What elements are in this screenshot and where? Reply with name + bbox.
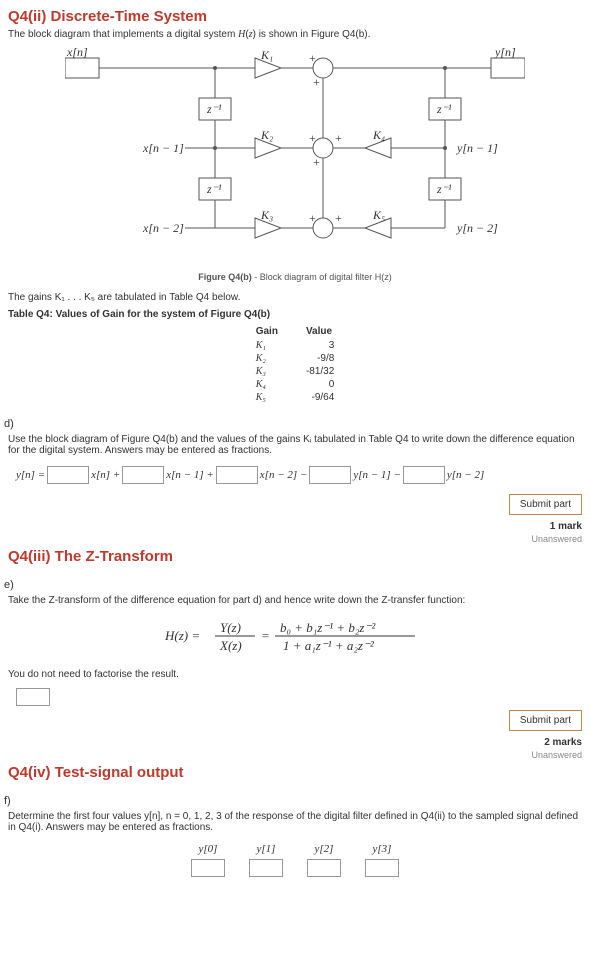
svg-text:x[n − 2]: x[n − 2]: [142, 221, 184, 235]
gains-intro: The gains K₁ . . . K₅ are tabulated in T…: [8, 292, 582, 303]
part-d-question: Use the block diagram of Figure Q4(b) an…: [8, 434, 582, 456]
svg-text:+: +: [313, 75, 320, 89]
term-yn2: y[n − 2]: [447, 469, 484, 481]
y3-input[interactable]: [365, 859, 399, 877]
block-diagram-svg: x[n] y[n] K₁ + + z⁻¹ z⁻¹ x[n − 1]: [65, 48, 525, 268]
coeff-xn1-input[interactable]: [122, 466, 164, 484]
svg-text:z⁻¹: z⁻¹: [436, 102, 452, 116]
svg-text:x[n − 1]: x[n − 1]: [142, 141, 184, 155]
svg-text:K₁: K₁: [260, 48, 273, 62]
gain-k5-label: K₅: [242, 391, 292, 404]
coeff-yn2-input[interactable]: [403, 466, 445, 484]
svg-text:K₅: K₅: [372, 208, 385, 222]
part-d-label: d): [4, 418, 582, 430]
difference-equation-row: y[n] = x[n] + x[n − 1] + x[n − 2] − y[n …: [16, 466, 582, 484]
transfer-function-formula: H(z) = Y(z) X(z) = b₀ + b₁z⁻¹ + b₂z⁻² 1 …: [8, 616, 582, 659]
y0-label: y[0]: [199, 843, 218, 855]
coeff-yn1-input[interactable]: [309, 466, 351, 484]
part-e-label: e): [4, 579, 582, 591]
part-d-marks: 1 mark: [8, 521, 582, 532]
svg-text:y[n]: y[n]: [494, 48, 516, 59]
y3-label: y[3]: [373, 843, 392, 855]
svg-text:z⁻¹: z⁻¹: [206, 102, 222, 116]
svg-text:K₂: K₂: [260, 128, 273, 142]
gain-k1-value: 3: [292, 339, 348, 352]
q4iii-heading: Q4(iii) The Z-Transform: [8, 548, 582, 565]
svg-text:H(z) =: H(z) =: [165, 628, 200, 643]
part-e-answer-input[interactable]: [16, 688, 50, 706]
part-e-marks: 2 marks: [8, 737, 582, 748]
svg-text:X(z): X(z): [219, 638, 242, 653]
submit-part-e-button[interactable]: Submit part: [509, 710, 582, 731]
svg-text:+: +: [335, 131, 342, 145]
term-xn1: x[n − 1] +: [166, 469, 214, 481]
submit-part-d-button[interactable]: Submit part: [509, 494, 582, 515]
svg-text:Y(z): Y(z): [220, 620, 241, 635]
svg-text:K₃: K₃: [260, 208, 273, 222]
svg-text:x[n]: x[n]: [66, 48, 88, 59]
term-xn: x[n] +: [91, 469, 120, 481]
term-yn1: y[n − 1] −: [353, 469, 401, 481]
svg-text:K₄: K₄: [372, 128, 385, 142]
gain-k3-value: -81/32: [292, 365, 348, 378]
svg-text:=: =: [261, 628, 270, 643]
term-xn2: x[n − 2] −: [260, 469, 308, 481]
q4iv-heading: Q4(iv) Test-signal output: [8, 764, 582, 781]
table-header-gain: Gain: [242, 324, 292, 339]
gain-k1-label: K₁: [242, 339, 292, 352]
svg-text:b₀ + b₁z⁻¹ + b₂z⁻²: b₀ + b₁z⁻¹ + b₂z⁻²: [280, 620, 376, 635]
gain-k2-label: K₂: [242, 352, 292, 365]
table-q4-caption: Table Q4: Values of Gain for the system …: [8, 309, 582, 320]
coeff-xn-input[interactable]: [47, 466, 89, 484]
svg-text:z⁻¹: z⁻¹: [436, 182, 452, 196]
gain-k3-label: K₃: [242, 365, 292, 378]
part-e-status: Unanswered: [8, 750, 582, 760]
term-yn: y[n] =: [16, 469, 45, 481]
coeff-xn2-input[interactable]: [216, 466, 258, 484]
gain-table: Gain Value K₁3 K₂-9/8 K₃-81/32 K₄0 K₅-9/…: [242, 324, 349, 404]
q4ii-intro: The block diagram that implements a digi…: [8, 29, 582, 40]
figure-caption-bold: Figure Q4(b): [198, 272, 252, 282]
svg-text:z⁻¹: z⁻¹: [206, 182, 222, 196]
table-header-value: Value: [292, 324, 348, 339]
y2-input[interactable]: [307, 859, 341, 877]
figure-caption-rest: - Block diagram of digital filter H(z): [252, 272, 392, 282]
y0-input[interactable]: [191, 859, 225, 877]
gain-k5-value: -9/64: [292, 391, 348, 404]
svg-text:+: +: [335, 211, 342, 225]
figure-q4b: x[n] y[n] K₁ + + z⁻¹ z⁻¹ x[n − 1]: [65, 48, 525, 268]
svg-text:y[n − 2]: y[n − 2]: [456, 221, 498, 235]
part-e-question: Take the Z-transform of the difference e…: [8, 595, 582, 606]
gain-k4-label: K₄: [242, 378, 292, 391]
y2-label: y[2]: [315, 843, 334, 855]
svg-text:+: +: [313, 155, 320, 169]
svg-text:1 + a₁z⁻¹ + a₂z⁻²: 1 + a₁z⁻¹ + a₂z⁻²: [283, 638, 375, 653]
y1-input[interactable]: [249, 859, 283, 877]
gain-k4-value: 0: [292, 378, 348, 391]
y1-label: y[1]: [257, 843, 276, 855]
part-e-note: You do not need to factorise the result.: [8, 669, 582, 680]
part-f-label: f): [4, 795, 582, 807]
yn-output-row: y[0] y[1] y[2] y[3]: [8, 843, 582, 877]
part-f-question: Determine the first four values y[n], n …: [8, 811, 582, 833]
q4ii-heading: Q4(ii) Discrete-Time System: [8, 8, 582, 25]
svg-text:y[n − 1]: y[n − 1]: [456, 141, 498, 155]
gain-k2-value: -9/8: [292, 352, 348, 365]
part-d-status: Unanswered: [8, 534, 582, 544]
figure-caption: Figure Q4(b) - Block diagram of digital …: [8, 272, 582, 282]
